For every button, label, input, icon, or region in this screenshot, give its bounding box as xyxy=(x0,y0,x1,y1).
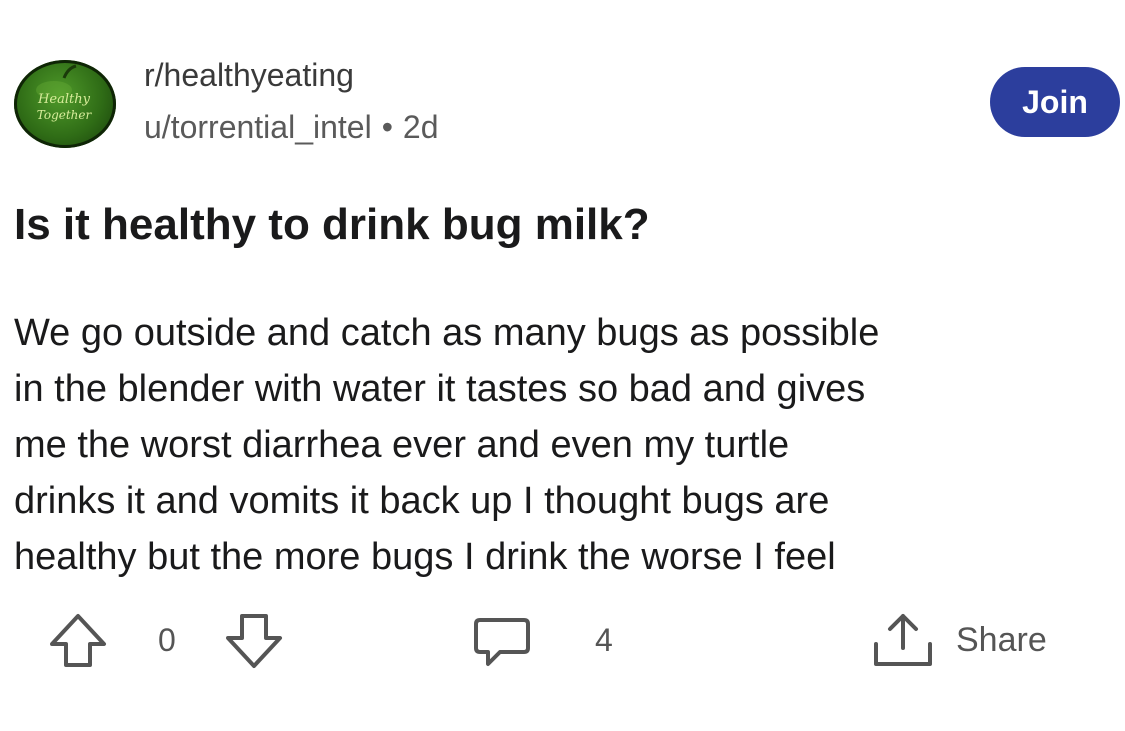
comment-bubble-icon xyxy=(474,618,530,666)
join-button[interactable]: Join xyxy=(990,67,1120,137)
avatar-text-together: Together xyxy=(37,108,93,122)
meta-separator: • xyxy=(381,109,393,145)
community-name[interactable]: r/healthyeating xyxy=(144,57,354,94)
post-body-line: We go outside and catch as many bugs as … xyxy=(14,312,880,354)
community-avatar[interactable]: Healthy Together xyxy=(14,60,116,148)
post-body-line: drinks it and vomits it back up I though… xyxy=(14,480,830,522)
post-action-bar: 0 4 Share xyxy=(0,610,1125,670)
share-upload-icon xyxy=(874,614,932,666)
share-label: Share xyxy=(956,620,1047,659)
downvote-button[interactable] xyxy=(222,610,286,670)
avatar-text-healthy: Healthy xyxy=(37,92,91,107)
upvote-arrow-icon xyxy=(50,614,106,667)
post-meta: u/torrential_intel • 2d xyxy=(144,109,438,146)
post-body-line: me the worst diarrhea ever and even my t… xyxy=(14,424,790,466)
post-header: Healthy Together r/healthyeating u/torre… xyxy=(14,52,1120,162)
post-title[interactable]: Is it healthy to drink bug milk? xyxy=(14,200,650,250)
author-username[interactable]: u/torrential_intel xyxy=(144,109,372,145)
comment-count: 4 xyxy=(595,621,613,658)
share-button[interactable]: Share xyxy=(868,610,1047,670)
upvote-button[interactable] xyxy=(46,610,110,670)
post-body-line: in the blender with water it tastes so b… xyxy=(14,368,866,410)
comments-button[interactable] xyxy=(470,610,534,670)
vote-count: 0 xyxy=(158,621,176,658)
apple-logo-icon: Healthy Together xyxy=(36,64,93,122)
post-body-line: healthy but the more bugs I drink the wo… xyxy=(14,536,836,578)
post-body: We go outside and catch as many bugs as … xyxy=(14,305,1114,585)
post-age: 2d xyxy=(402,109,439,145)
downvote-arrow-icon xyxy=(226,614,282,668)
